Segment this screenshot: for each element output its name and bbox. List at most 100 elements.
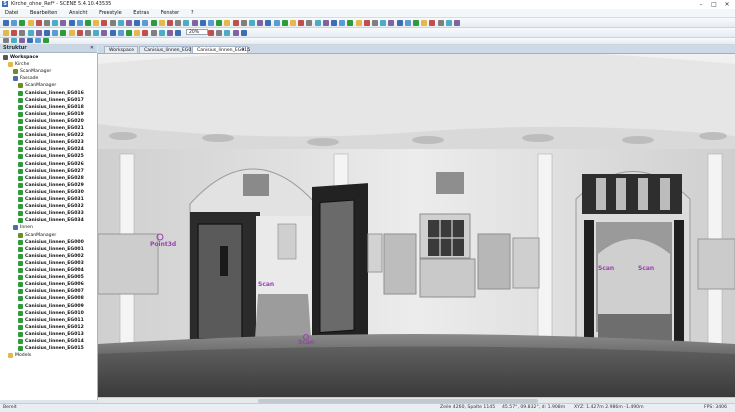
toolbar-icon[interactable]	[404, 19, 411, 26]
toolbar-icon[interactable]	[85, 29, 91, 36]
toolbar-icon[interactable]	[380, 19, 387, 26]
toolbar-icon[interactable]	[68, 29, 75, 36]
toolbar-icon[interactable]	[52, 29, 59, 36]
tab-scan-eg016[interactable]: Canisius_linnen_EG016	[139, 46, 197, 53]
toolbar-icon[interactable]	[421, 19, 428, 26]
toolbar-icon[interactable]	[445, 19, 452, 26]
scan-marker-label-2[interactable]: Scan	[298, 339, 314, 346]
toolbar-icon[interactable]	[11, 19, 18, 26]
tree-item[interactable]: Canisius_linnen_EG025	[0, 153, 97, 160]
menu-freestyle[interactable]: Freestyle	[94, 9, 127, 17]
menu-fenster[interactable]: Fenster	[156, 9, 185, 17]
toolbar-icon[interactable]	[413, 19, 419, 26]
tree-item[interactable]: Workspace	[0, 54, 97, 61]
toolbar-icon[interactable]	[396, 19, 403, 26]
menu-help[interactable]: ?	[186, 9, 199, 17]
scan-marker-label-4[interactable]: Scan	[638, 265, 654, 272]
toolbar-icon[interactable]	[208, 29, 214, 36]
toolbar-icon[interactable]	[142, 29, 149, 36]
tree-item[interactable]: Canisius_linnen_EG013	[0, 331, 97, 338]
tree-item[interactable]: Canisius_linnen_EG010	[0, 310, 97, 317]
tree-item[interactable]: ScanManager	[0, 68, 97, 75]
toolbar-icon[interactable]	[240, 29, 247, 36]
toolbar-icon[interactable]	[437, 19, 444, 26]
toolbar-icon[interactable]	[298, 19, 305, 26]
toolbar-icon[interactable]	[454, 19, 460, 26]
tree-item[interactable]: Canisius_linnen_EG006	[0, 281, 97, 288]
tree-item[interactable]: Canisius_linnen_EG003	[0, 260, 97, 267]
toolbar-icon[interactable]	[199, 19, 206, 26]
toolbar-icon[interactable]	[216, 19, 223, 26]
menu-ansicht[interactable]: Ansicht	[64, 9, 92, 17]
tree-item[interactable]: Canisius_linnen_EG034	[0, 217, 97, 224]
toolbar-icon[interactable]	[85, 19, 91, 26]
toolbar-icon[interactable]	[93, 29, 100, 36]
tab-close-icon[interactable]: ✕	[241, 47, 245, 54]
toolbar-icon[interactable]	[76, 29, 83, 36]
toolbar-icon[interactable]	[101, 29, 108, 36]
toolbar-icon[interactable]	[306, 19, 313, 26]
tree-item[interactable]: Canisius_linnen_EG028	[0, 175, 97, 182]
toolbar-icon[interactable]	[158, 29, 165, 36]
tree-item[interactable]: Canisius_linnen_EG033	[0, 210, 97, 217]
toolbar-icon[interactable]	[372, 19, 378, 26]
toolbar-icon[interactable]	[224, 29, 231, 36]
tab-workspace[interactable]: Workspace	[104, 46, 138, 53]
toolbar-icon[interactable]	[281, 19, 288, 26]
toolbar-icon[interactable]	[52, 19, 59, 26]
toolbar-icon[interactable]	[93, 19, 100, 26]
toolbar-icon[interactable]	[11, 29, 18, 36]
tree-item[interactable]: Canisius_linnen_EG023	[0, 139, 97, 146]
toolbar-icon[interactable]	[142, 19, 149, 26]
toolbar-icon[interactable]	[216, 29, 223, 36]
tree-item[interactable]: Canisius_linnen_EG012	[0, 324, 97, 331]
tree-item[interactable]: Canisius_linnen_EG017	[0, 97, 97, 104]
toolbar-icon[interactable]	[117, 19, 124, 26]
tree-item[interactable]: Canisius_linnen_EG027	[0, 168, 97, 175]
toolbar-icon[interactable]	[109, 19, 116, 26]
toolbar-icon[interactable]	[11, 38, 17, 43]
toolbar-icon[interactable]	[150, 19, 157, 26]
toolbar-icon[interactable]	[183, 19, 190, 26]
minimize-button[interactable]: –	[695, 0, 707, 9]
tree-item[interactable]: Canisius_linnen_EG032	[0, 203, 97, 210]
scan-marker-label-3[interactable]: Scan	[598, 265, 614, 272]
tree-item[interactable]: Canisius_linnen_EG007	[0, 288, 97, 295]
toolbar-icon[interactable]	[19, 38, 25, 43]
scan-viewport[interactable]: Point3d Scan Scan Scan Scan	[98, 54, 735, 397]
toolbar-icon[interactable]	[126, 19, 132, 26]
tree-item[interactable]: Canisius_linnen_EG009	[0, 303, 97, 310]
maximize-button[interactable]: □	[708, 0, 720, 9]
scan-marker-label-1[interactable]: Scan	[258, 281, 274, 288]
tree-item[interactable]: ScanManager	[0, 82, 97, 89]
tree-item[interactable]: Canisius_linnen_EG031	[0, 196, 97, 203]
toolbar-icon[interactable]	[257, 19, 264, 26]
zoom-input[interactable]: 20%	[186, 29, 208, 35]
tree-item[interactable]: Canisius_linnen_EG008	[0, 295, 97, 302]
panorama-image[interactable]: Point3d Scan Scan Scan Scan	[98, 54, 735, 397]
toolbar-icon[interactable]	[167, 29, 173, 36]
toolbar-icon[interactable]	[109, 29, 116, 36]
toolbar-icon[interactable]	[60, 29, 67, 36]
tree-item[interactable]: Canisius_linnen_EG024	[0, 146, 97, 153]
panel-close-icon[interactable]: ✕	[90, 45, 94, 52]
toolbar-icon[interactable]	[35, 29, 42, 36]
toolbar-icon[interactable]	[134, 19, 141, 26]
toolbar-icon[interactable]	[35, 19, 42, 26]
toolbar-icon[interactable]	[249, 19, 255, 26]
tree-item[interactable]: Canisius_linnen_EG002	[0, 253, 97, 260]
menu-bearbeiten[interactable]: Bearbeiten	[25, 9, 62, 17]
toolbar-icon[interactable]	[19, 29, 26, 36]
toolbar-icon[interactable]	[339, 19, 346, 26]
toolbar-icon[interactable]	[240, 19, 247, 26]
toolbar-icon[interactable]	[175, 29, 182, 36]
toolbar-icon[interactable]	[158, 19, 165, 26]
tree-item[interactable]: Canisius_linnen_EG021	[0, 125, 97, 132]
toolbar-icon[interactable]	[265, 19, 272, 26]
toolbar-icon[interactable]	[76, 19, 83, 26]
toolbar-icon[interactable]	[60, 19, 67, 26]
toolbar-icon[interactable]	[126, 29, 132, 36]
toolbar-icon[interactable]	[224, 19, 231, 26]
close-window-button[interactable]: ✕	[721, 0, 733, 9]
tree-item[interactable]: ScanManager	[0, 232, 97, 239]
